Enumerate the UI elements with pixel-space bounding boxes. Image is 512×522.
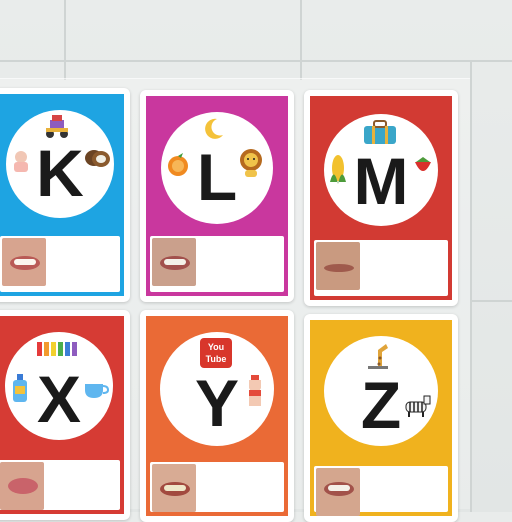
mouth-photo [316,468,360,516]
mouth-panel [150,462,284,512]
strawberry-icon [415,157,431,171]
letter-circle: Z [324,336,438,446]
wall-tile-line [300,0,302,80]
letter-circle: L [161,112,273,224]
teeth-shape [164,485,186,491]
yakult-bottle-icon [249,375,261,406]
bottle-icon [13,374,27,402]
mouth-panel [314,466,448,516]
letter-card-y: Y You Tube [140,310,294,522]
wall-tile-line [64,0,66,80]
letter-circle: X [5,332,113,440]
corn-icon [330,155,346,184]
robot-toy-icon [46,115,68,138]
mouth-panel [0,460,120,510]
moon-icon [205,118,223,139]
letter-card-k: K [0,88,130,302]
youtube-logo-line2: Tube [205,354,227,364]
letter-card-l: L [140,90,294,302]
giraffe-icon [368,344,388,369]
coconut-icon [85,150,110,167]
letter-card-z: Z [304,314,458,522]
mouth-photo [316,242,360,290]
mouth-panel [314,240,448,296]
xylophone-icon [37,342,77,356]
wall-tile-line [0,60,512,62]
lion-icon [240,149,262,177]
letter-circle: K [6,110,114,218]
teeth-shape [14,259,36,265]
wall-tile-line [470,300,512,302]
letter-card-x: X [0,310,130,520]
suitcase-icon [364,120,396,144]
youtube-logo-line1: You [207,342,225,352]
zebra-icon [405,395,431,417]
mouth-photo [0,462,44,510]
mouth-photo [152,464,196,512]
mouth-photo [2,238,46,286]
letter-circle: M [324,114,438,226]
doll-icon [14,151,28,172]
lips-shape [8,478,38,494]
cup-icon [85,384,109,398]
wall-tile-line [470,60,472,512]
teeth-shape [164,259,186,265]
letter-circle: Y You Tube [160,332,274,446]
youtube-icon: You Tube [200,338,232,368]
orange-icon [168,153,188,176]
letter-card-m: M [304,90,458,306]
teeth-shape [328,485,350,491]
lips-shape [324,264,354,272]
mouth-panel [150,236,284,292]
mouth-panel [0,236,120,292]
mouth-photo [152,238,196,286]
